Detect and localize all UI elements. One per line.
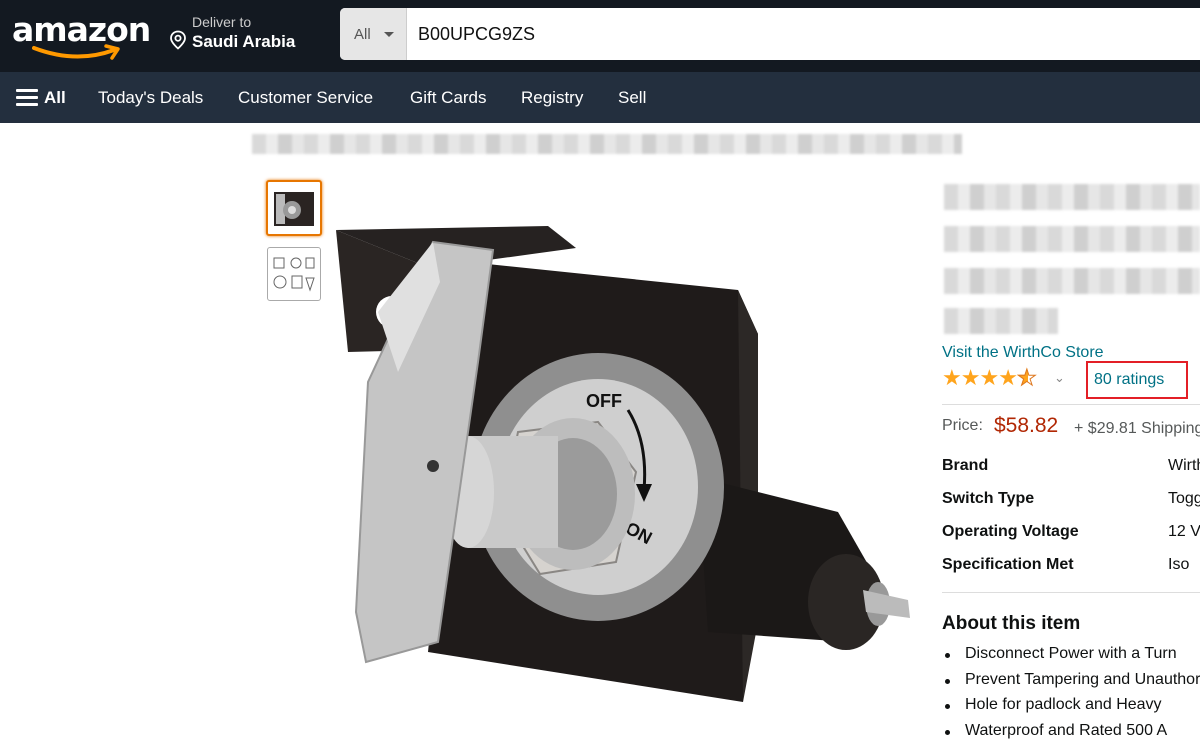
price-label: Price: <box>942 417 983 434</box>
about-bullets: Disconnect Power with a Turn Prevent Tam… <box>942 645 1200 747</box>
product-title-blurred-line1 <box>944 184 1200 210</box>
price-value: $58.82 <box>994 414 1059 437</box>
spec-key-operating-voltage: Operating Voltage <box>942 523 1079 540</box>
star-full-icon: ★ <box>942 365 962 390</box>
star-full-icon: ★ <box>979 365 1000 390</box>
chevron-down-icon[interactable]: ⌄ <box>1054 370 1065 386</box>
nav-all-label: All <box>44 88 66 107</box>
star-full-icon: ★ <box>960 365 981 390</box>
nav-item-customer-service[interactable]: Customer Service <box>238 88 373 108</box>
list-item: Prevent Tampering and Unauthorized <box>942 671 1200 697</box>
nav-item-gift-cards[interactable]: Gift Cards <box>410 88 487 108</box>
nav-item-sell[interactable]: Sell <box>618 88 646 108</box>
product-image[interactable]: OFF ON <box>318 222 918 732</box>
search-category-label: All <box>354 26 371 43</box>
switch-off-label: OFF <box>586 391 622 411</box>
caret-down-icon <box>384 32 394 37</box>
store-link[interactable]: Visit the WirthCo Store <box>942 344 1104 362</box>
spec-value-brand: WirthCo <box>1168 457 1200 474</box>
deliver-to[interactable]: Deliver to Saudi Arabia <box>168 14 308 58</box>
hamburger-menu-icon <box>16 89 38 107</box>
product-title-blurred-line3 <box>944 268 1200 294</box>
nav-item-todays-deals[interactable]: Today's Deals <box>98 88 203 108</box>
deliver-to-location: Saudi Arabia <box>192 32 296 51</box>
nav-item-registry[interactable]: Registry <box>521 88 583 108</box>
list-item: Waterproof and Rated 500 A <box>942 722 1200 747</box>
spec-key-brand: Brand <box>942 457 989 474</box>
thumbnail-2[interactable] <box>267 247 321 301</box>
about-this-item-heading: About this item <box>942 613 1081 634</box>
ratings-count-link[interactable]: 80 ratings <box>1094 371 1164 389</box>
spec-value-switch-type: Toggle <box>1168 490 1200 507</box>
divider <box>942 592 1200 593</box>
search-bar: All <box>340 8 1200 60</box>
diagram-thumbnail-image <box>273 257 315 292</box>
breadcrumb-blurred <box>252 134 962 154</box>
spec-value-specification-met: Iso <box>1168 556 1190 573</box>
spec-key-switch-type: Switch Type <box>942 490 1035 507</box>
product-title-blurred-line4 <box>944 308 1058 334</box>
search-category-dropdown[interactable]: All <box>340 8 407 60</box>
search-input[interactable] <box>418 8 1188 60</box>
thumbnail-1[interactable] <box>266 180 322 236</box>
amazon-logo[interactable]: amazon <box>12 8 151 62</box>
list-item: Disconnect Power with a Turn <box>942 645 1200 671</box>
star-rating[interactable]: ★★★★★ ⌄ <box>942 365 1065 390</box>
product-title-blurred-line2 <box>944 226 1200 252</box>
divider <box>942 404 1200 405</box>
spec-value-operating-voltage: 12 Volts <box>1168 523 1200 540</box>
spec-key-specification-met: Specification Met <box>942 556 1074 573</box>
nav-bar: All Today's Deals Customer Service Gift … <box>0 72 1200 123</box>
location-pin-icon <box>170 30 186 50</box>
shipping-cost: + $29.81 Shipping <box>1074 420 1200 437</box>
star-half-icon: ★ <box>1016 365 1037 390</box>
top-header: amazon Deliver to Saudi Arabia All <box>0 0 1200 72</box>
list-item: Hole for padlock and Heavy <box>942 696 1200 722</box>
smile-arrow-icon <box>32 44 120 60</box>
deliver-to-label: Deliver to <box>192 14 252 30</box>
star-full-icon: ★ <box>998 365 1018 390</box>
product-thumbnail-image <box>274 192 314 226</box>
